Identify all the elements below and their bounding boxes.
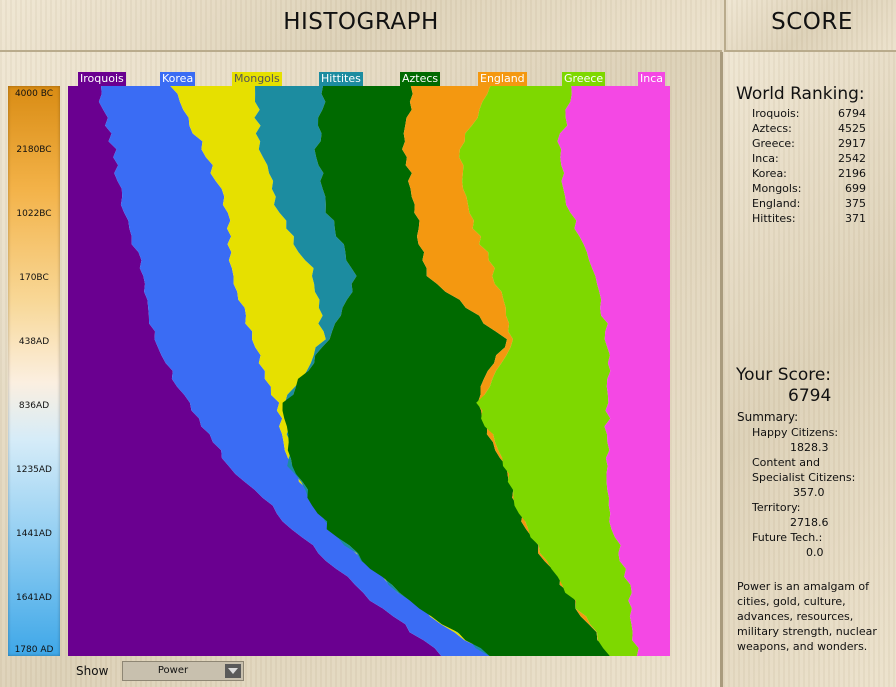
territory-value: 2718.6 [790,516,829,529]
future-tech-value: 0.0 [806,546,824,559]
ranking-name: Aztecs: [752,122,792,135]
legend-inca[interactable]: Inca [638,72,666,86]
future-tech-label: Future Tech.: [752,531,823,544]
timeline-label: 1235AD [16,465,52,475]
world-ranking-title: World Ranking: [736,84,865,104]
ranking-row: Inca: 2542 [752,152,866,167]
histograph-svg [68,86,670,656]
ranking-name: Mongols: [752,182,802,195]
summary-label: Summary: [737,410,799,424]
power-note-line: weapons, and wonders. [737,640,868,653]
power-note-line: advances, resources, [737,610,854,623]
legend-hittites[interactable]: Hittites [319,72,363,86]
dropdown-arrow-icon[interactable] [225,664,241,678]
timeline-label: 1441AD [16,529,52,539]
power-note-line: military strength, nuclear [737,625,877,638]
specialist-citizens-label: Specialist Citizens: [752,471,856,484]
ranking-row: Korea: 2196 [752,167,866,182]
timeline-label: 2180BC [16,145,52,155]
show-dropdown[interactable]: Power [122,661,244,681]
ranking-row: Iroquois: 6794 [752,107,866,122]
histograph-title: HISTOGRAPH [283,9,439,35]
histograph-chart [68,86,670,656]
ranking-name: Iroquois: [752,107,800,120]
ranking-score: 375 [845,197,866,210]
timeline-label: 1641AD [16,593,52,603]
ranking-score: 371 [845,212,866,225]
ranking-row: England: 375 [752,197,866,212]
power-note-line: cities, gold, culture, [737,595,846,608]
content-citizens-label: Content and [752,456,820,469]
score-header: SCORE [724,0,896,52]
ranking-row: Aztecs: 4525 [752,122,866,137]
ranking-score: 2917 [838,137,866,150]
ranking-score: 2196 [838,167,866,180]
legend-greece[interactable]: Greece [562,72,606,86]
timeline-label: 4000 BC [14,89,54,99]
legend-england[interactable]: England [478,72,527,86]
your-score-title: Your Score: [736,365,832,385]
histograph-header: HISTOGRAPH [0,0,722,52]
ranking-name: Greece: [752,137,795,150]
ranking-name: Korea: [752,167,787,180]
power-note-line: Power is an amalgam of [737,580,870,593]
happy-citizens-label: Happy Citizens: [752,426,839,439]
legend-korea[interactable]: Korea [160,72,196,86]
timeline-label: 836AD [18,401,50,411]
ranking-name: Inca: [752,152,779,165]
timeline-label: 438AD [18,337,50,347]
ranking-row: Hittites: 371 [752,212,866,227]
legend-iroquois[interactable]: Iroquois [78,72,126,86]
score-title: SCORE [771,9,853,35]
ranking-score: 699 [845,182,866,195]
ranking-row: Mongols: 699 [752,182,866,197]
timeline-label: 1022BC [16,209,52,219]
ranking-row: Greece: 2917 [752,137,866,152]
ranking-name: Hittites: [752,212,796,225]
happy-citizens-value: 1828.3 [790,441,829,454]
legend-aztecs[interactable]: Aztecs [400,72,441,86]
content-citizens-value: 357.0 [793,486,825,499]
ranking-score: 2542 [838,152,866,165]
your-score-value: 6794 [788,386,832,406]
ranking-name: England: [752,197,801,210]
ranking-score: 4525 [838,122,866,135]
territory-label: Territory: [752,501,801,514]
ranking-score: 6794 [838,107,866,120]
legend-mongols[interactable]: Mongols [232,72,282,86]
timeline-label: 170BC [19,273,49,283]
show-label: Show [76,664,109,678]
timeline-axis: 4000 BC 2180BC 1022BC 170BC 438AD 836AD … [8,86,60,656]
timeline-label: 1780 AD [14,645,54,655]
show-dropdown-value: Power [157,665,189,676]
